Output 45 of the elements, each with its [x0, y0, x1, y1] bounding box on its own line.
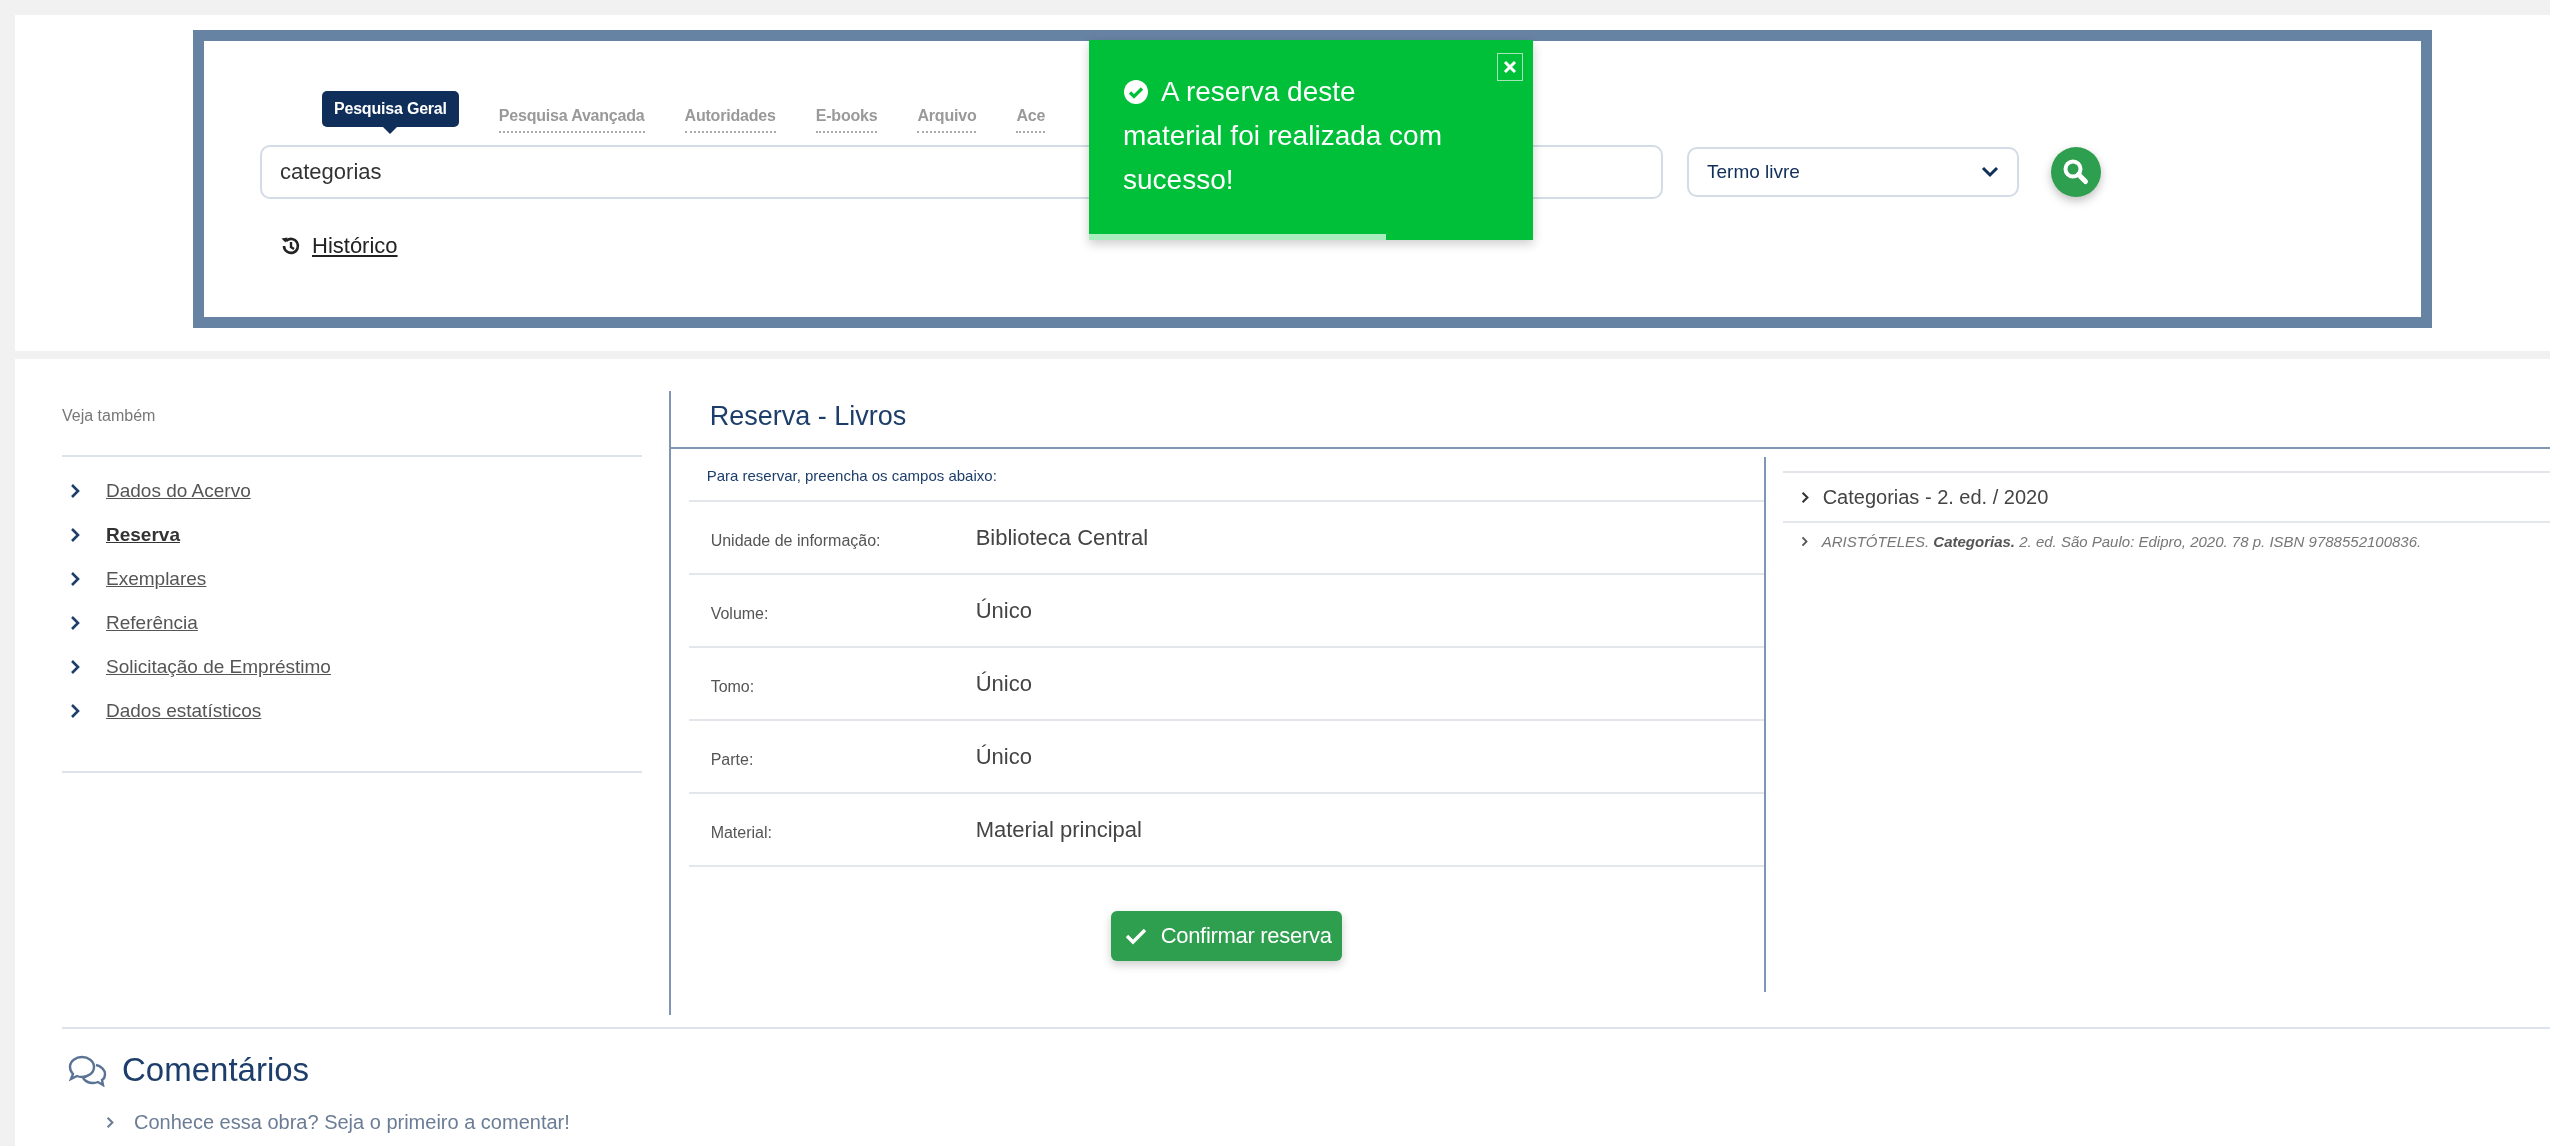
chevron-icon [106, 1116, 114, 1129]
check-icon [1124, 927, 1147, 945]
panel-title: Reserva - Livros [670, 391, 2550, 449]
work-title[interactable]: Categorias - 2. ed. / 2020 [1822, 485, 2049, 509]
close-icon [1502, 59, 1518, 75]
comments-title: Comentários [122, 1051, 310, 1089]
field-value: Biblioteca Central [975, 524, 1149, 551]
field-label: Tomo: [709, 677, 756, 696]
sidebar-title: Veja também [62, 407, 642, 457]
sidebar-link[interactable]: Exemplares [106, 568, 207, 590]
search-tab[interactable]: Pesquisa Geral [322, 91, 459, 127]
history-icon [280, 235, 302, 257]
chevron-icon [1800, 490, 1809, 504]
field-label: Volume: [709, 604, 770, 623]
field-value: Único [975, 743, 1032, 770]
field-label: Parte: [709, 750, 755, 769]
chevron-icon [70, 615, 80, 631]
search-type-dropdown[interactable]: Termo livre [1687, 147, 2019, 197]
comment-prompt-link[interactable]: Conhece essa obra? Seja o primeiro a comentar! [134, 1111, 570, 1134]
check-circle-icon [1123, 79, 1149, 105]
chevron-icon [70, 527, 80, 543]
chevron-icon [70, 483, 80, 499]
sidebar-link[interactable]: Reserva [106, 524, 180, 546]
sidebar-link[interactable]: Solicitação de Empréstimo [106, 656, 331, 678]
field-value: Único [975, 597, 1032, 624]
sidebar-link[interactable]: Dados do Acervo [106, 480, 251, 502]
sidebar-link[interactable]: Referência [106, 612, 198, 634]
form-instructions: Para reservar, preencha os campos abaixo: [688, 457, 1764, 502]
chevron-icon [70, 703, 80, 719]
bibliographic-reference: ARISTÓTELES. Categorias. 2. ed. São Paulo: Edipro, 2020. 78 p. ISBN 9788552100836. [1821, 532, 2422, 550]
search-icon [2062, 158, 2090, 186]
tab-pointer-icon [383, 127, 398, 134]
field-value: Material principal [975, 816, 1142, 843]
sidebar-link[interactable]: Dados estatísticos [106, 700, 262, 722]
chevron-icon [1800, 535, 1808, 547]
chevron-icon [70, 659, 80, 675]
caret-icon [1981, 166, 1999, 178]
field-value: Único [975, 670, 1032, 697]
search-button[interactable] [2051, 147, 2101, 197]
close-button[interactable] [1497, 53, 1523, 81]
field-label: Material: [709, 823, 773, 842]
history-link[interactable]: Histórico [312, 233, 398, 259]
speech-bubbles-icon [66, 1053, 108, 1087]
field-label: Unidade de informação: [709, 531, 882, 550]
chevron-icon [70, 571, 80, 587]
